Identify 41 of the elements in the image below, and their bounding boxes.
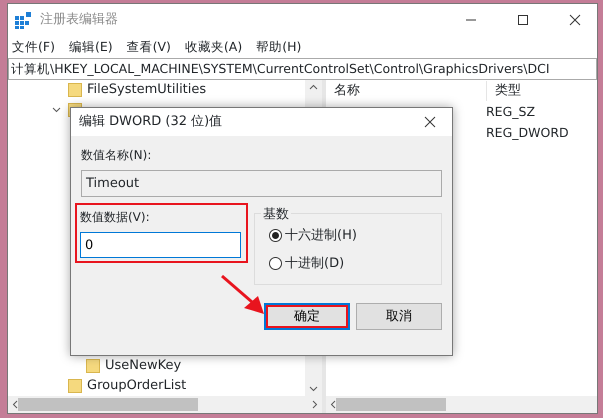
tree-item[interactable]: FileSystemUtilities (87, 80, 206, 100)
horizontal-scrollbar[interactable] (8, 396, 322, 413)
value-input[interactable]: 0 (80, 232, 241, 258)
column-header[interactable]: 类型 (486, 81, 586, 101)
menu-item[interactable]: 帮助(H) (256, 38, 302, 56)
type-cell-text: REG_SZ (486, 103, 536, 122)
close-icon (424, 116, 436, 128)
app-icon (14, 11, 32, 29)
menu-item[interactable]: 编辑(E) (68, 38, 113, 56)
radio-label[interactable]: 十进制(D) (285, 254, 344, 273)
folder-icon (86, 359, 100, 373)
dialog-button[interactable]: 取消 (356, 303, 442, 330)
chevron-up-icon (309, 84, 318, 90)
arrow-annotation (220, 274, 266, 316)
radio-label[interactable]: 十六进制(H) (285, 226, 357, 246)
type-cell-text: REG_DWORD (486, 124, 569, 142)
chevron-right-icon (312, 400, 318, 409)
dialog-title: 编辑 DWORD (32 位)值 (79, 113, 222, 132)
address-bar[interactable]: 计算机\HKEY_LOCAL_MACHINE\SYSTEM\CurrentControlSet\Control\GraphicsDrivers\DCI (8, 58, 597, 80)
folder-icon (68, 379, 82, 393)
horizontal-scrollbar[interactable] (326, 396, 597, 413)
chevron-left-icon (330, 400, 336, 409)
menu-item[interactable]: 文件(F) (12, 38, 55, 56)
menu-item[interactable]: 查看(V) (126, 38, 171, 56)
chevron-down-icon[interactable] (52, 107, 61, 113)
radio-button[interactable] (269, 256, 282, 270)
field-label: 数值数据(V): (80, 209, 151, 226)
field-label: 数值名称(N): (81, 147, 152, 164)
column-header[interactable]: 名称 (326, 81, 486, 101)
tree-item[interactable]: GroupOrderList (87, 376, 186, 396)
close-icon (569, 14, 581, 26)
chevron-left-icon (12, 400, 18, 409)
dialog-button[interactable]: 确定 (264, 303, 350, 330)
maximize-icon (517, 14, 529, 26)
radio-button[interactable] (269, 229, 282, 242)
tree-item[interactable]: UseNewKey (105, 356, 182, 376)
window-title: 注册表编辑器 (40, 11, 118, 30)
folder-icon (68, 83, 82, 97)
name-field[interactable]: Timeout (81, 170, 442, 197)
menu-item[interactable]: 收藏夹(A) (184, 38, 242, 56)
chevron-down-icon (309, 386, 318, 392)
